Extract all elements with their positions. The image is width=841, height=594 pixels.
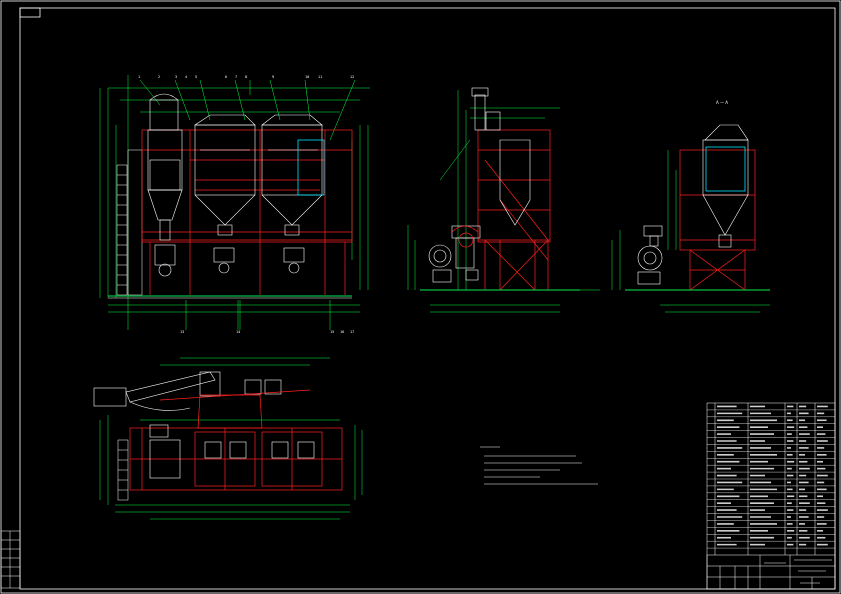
item-number: 11	[318, 75, 322, 79]
item-number: 7	[235, 75, 237, 79]
side-elevation-view	[407, 87, 600, 313]
front-highlight-chamber	[297, 139, 325, 196]
item-number: 10	[305, 75, 309, 79]
side-dimension-lines	[407, 90, 600, 313]
front-dimension-lines	[99, 75, 370, 330]
item-number: 13	[180, 330, 184, 334]
plan-stair	[117, 439, 129, 501]
binding-strip	[0, 530, 21, 589]
front-elevation-view: 1 2 3 4 5 6 7 8 9 10 11 12 13 14 15 16 1…	[99, 75, 370, 334]
item-number: 8	[245, 75, 247, 79]
technical-notes	[480, 446, 598, 485]
item-number: 9	[272, 75, 274, 79]
item-number: 16	[340, 330, 344, 334]
item-number: 3	[175, 75, 177, 79]
parts-rows	[707, 405, 835, 549]
item-number: 5	[195, 75, 197, 79]
section-highlight-chamber	[705, 146, 746, 192]
front-item-numbers: 1 2 3 4 5 6 7 8 9 10 11 12 13 14 15 16 1…	[138, 75, 354, 334]
cad-drawing-sheet: 1 2 3 4 5 6 7 8 9 10 11 12 13 14 15 16 1…	[0, 0, 841, 594]
plan-equipment	[149, 424, 315, 479]
item-number: 17	[350, 330, 354, 334]
side-equipment	[428, 87, 531, 283]
parts-list-table	[706, 402, 836, 590]
plan-dimension-lines	[99, 357, 363, 520]
item-number: 15	[330, 330, 334, 334]
plan-duct-and-fan	[93, 371, 282, 411]
front-cyclone	[147, 93, 183, 277]
item-number: 12	[350, 75, 354, 79]
front-ladder	[116, 149, 143, 296]
item-number: 6	[225, 75, 227, 79]
plan-view	[93, 357, 363, 520]
side-steel-frame	[477, 129, 551, 291]
front-filter-chambers	[194, 114, 323, 274]
item-number: 4	[185, 75, 187, 79]
section-view: A — A	[611, 100, 770, 313]
section-dimension-lines	[611, 150, 770, 313]
front-steel-frame	[141, 129, 353, 295]
item-number: 14	[236, 330, 240, 334]
item-number: 1	[138, 75, 140, 79]
section-steel-frame	[679, 149, 756, 291]
title-block	[706, 554, 836, 590]
section-label: A — A	[716, 100, 728, 105]
sheet-frame	[0, 0, 841, 594]
item-number: 2	[158, 75, 160, 79]
